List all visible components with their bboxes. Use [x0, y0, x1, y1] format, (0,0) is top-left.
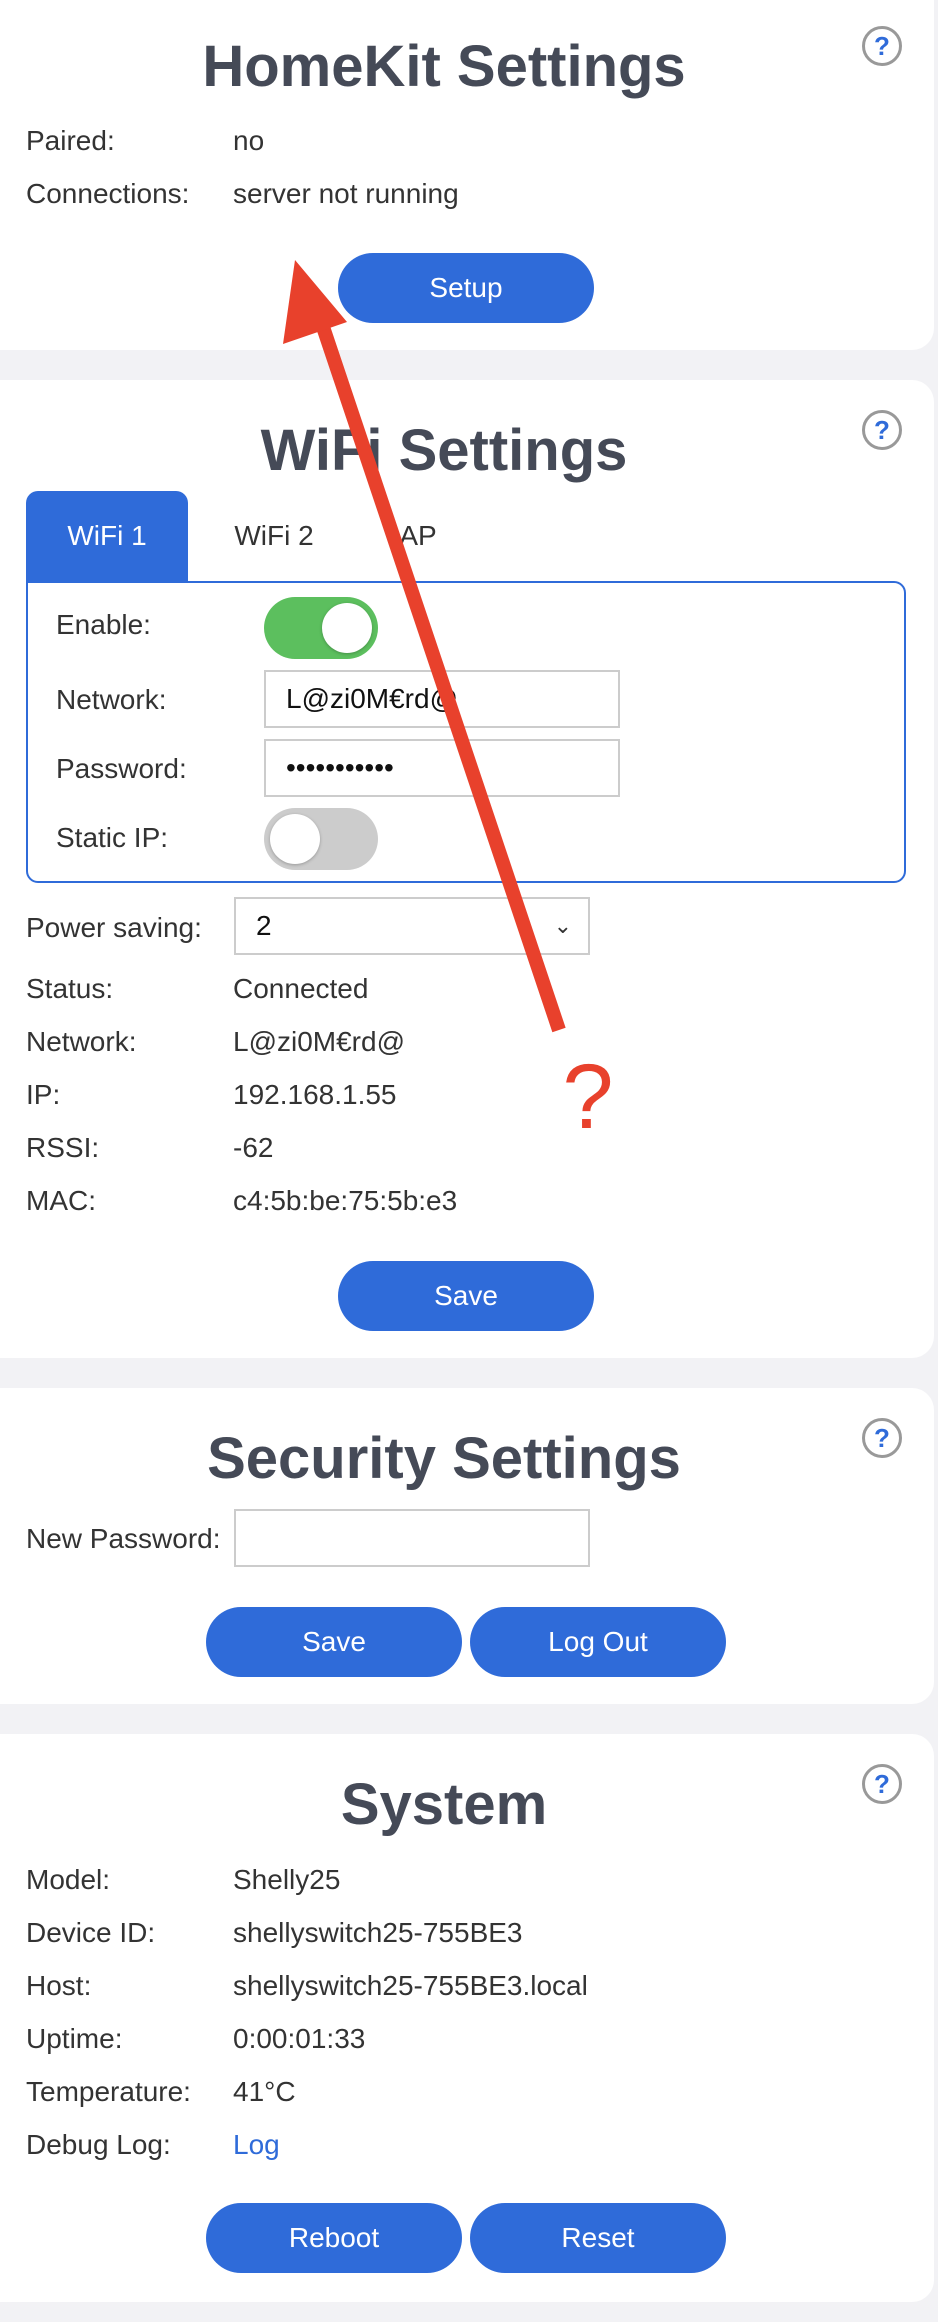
- password-label: Password:: [56, 753, 187, 784]
- tab-wifi-1[interactable]: WiFi 1: [26, 491, 188, 581]
- logout-button[interactable]: Log Out: [470, 1607, 726, 1677]
- host-label: Host:: [26, 1970, 92, 2001]
- ip-label: IP:: [26, 1079, 61, 1110]
- new-password-input[interactable]: [234, 1509, 590, 1567]
- device-id-label: Device ID:: [26, 1917, 156, 1948]
- wifi-title: WiFi Settings: [260, 418, 628, 483]
- status-label: Status:: [26, 973, 114, 1004]
- connected-network-value: L@zi0M€rd@: [233, 1026, 406, 1057]
- uptime-label: Uptime:: [26, 2023, 123, 2054]
- static-ip-label: Static IP:: [56, 822, 169, 853]
- rssi-value: -62: [233, 1132, 274, 1163]
- homekit-card: HomeKit Settings ? Paired: no Connection…: [0, 0, 934, 350]
- rssi-label: RSSI:: [26, 1132, 100, 1163]
- debug-log-label: Debug Log:: [26, 2129, 171, 2160]
- power-saving-label: Power saving:: [26, 912, 202, 943]
- new-password-label: New Password:: [26, 1523, 221, 1554]
- system-title: System: [340, 1772, 548, 1837]
- power-saving-value: 2: [256, 910, 272, 941]
- static-ip-toggle[interactable]: [264, 808, 378, 870]
- static-ip-toggle-knob: [270, 814, 320, 864]
- enable-label: Enable:: [56, 609, 151, 640]
- homekit-help-icon[interactable]: ?: [862, 26, 902, 66]
- status-value: Connected: [233, 973, 369, 1004]
- paired-value: no: [233, 125, 265, 156]
- enable-toggle[interactable]: [264, 597, 378, 659]
- network-input[interactable]: L@zi0M€rd@: [264, 670, 620, 728]
- chevron-down-icon: ⌄: [553, 913, 572, 938]
- password-input[interactable]: •••••••••••: [264, 739, 620, 797]
- enable-toggle-knob: [322, 603, 372, 653]
- connected-network-label: Network:: [26, 1026, 137, 1057]
- setup-button[interactable]: Setup: [338, 253, 594, 323]
- paired-label: Paired:: [26, 125, 115, 156]
- mac-value: c4:5b:be:75:5b:e3: [233, 1185, 458, 1216]
- reset-button[interactable]: Reset: [470, 2203, 726, 2273]
- tab-wifi-2[interactable]: WiFi 2: [206, 491, 342, 581]
- homekit-title: HomeKit Settings: [202, 34, 686, 99]
- system-help-icon[interactable]: ?: [862, 1764, 902, 1804]
- security-title: Security Settings: [207, 1426, 681, 1491]
- security-save-button[interactable]: Save: [206, 1607, 462, 1677]
- tab-ap[interactable]: AP: [362, 491, 474, 581]
- mac-label: MAC:: [26, 1185, 96, 1216]
- model-label: Model:: [26, 1864, 111, 1895]
- host-value: shellyswitch25-755BE3.local: [233, 1970, 588, 2001]
- temperature-value: 41°C: [233, 2076, 296, 2107]
- wifi-help-icon[interactable]: ?: [862, 410, 902, 450]
- power-saving-select[interactable]: 2 ⌄: [234, 897, 590, 955]
- wifi-save-button[interactable]: Save: [338, 1261, 594, 1331]
- temperature-label: Temperature:: [26, 2076, 191, 2107]
- device-id-value: shellyswitch25-755BE3: [233, 1917, 523, 1948]
- uptime-value: 0:00:01:33: [233, 2023, 366, 2054]
- connections-label: Connections:: [26, 178, 190, 209]
- network-label: Network:: [56, 684, 167, 715]
- system-card: System ?: [0, 1734, 934, 2302]
- connections-value: server not running: [233, 178, 459, 209]
- ip-value: 192.168.1.55: [233, 1079, 397, 1110]
- security-help-icon[interactable]: ?: [862, 1418, 902, 1458]
- model-value: Shelly25: [233, 1864, 341, 1895]
- reboot-button[interactable]: Reboot: [206, 2203, 462, 2273]
- debug-log-link[interactable]: Log: [233, 2131, 280, 2159]
